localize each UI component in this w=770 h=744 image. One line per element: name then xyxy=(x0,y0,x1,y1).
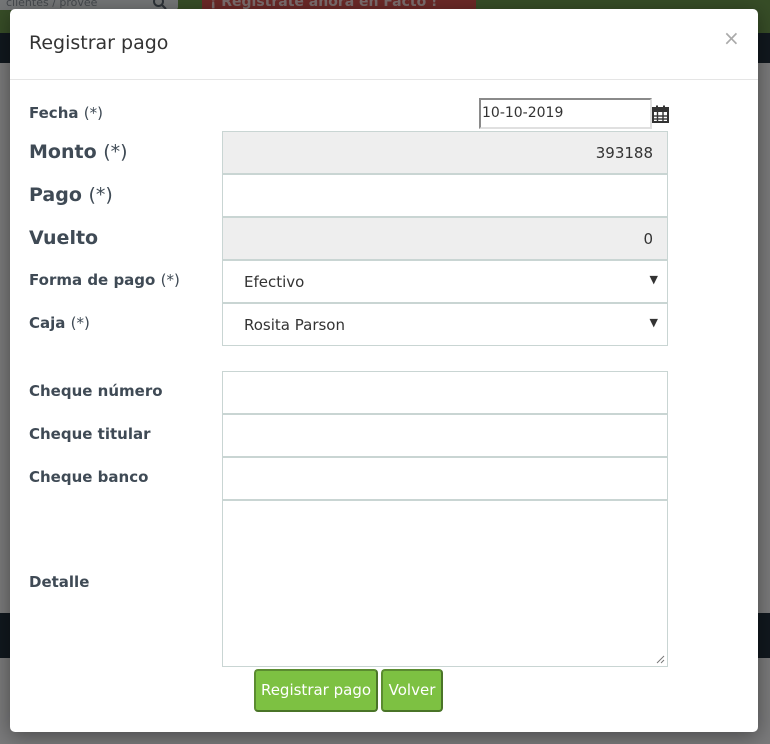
forma-pago-select[interactable]: Efectivo ▼ xyxy=(222,260,668,303)
cheque-banco-input[interactable] xyxy=(222,457,668,500)
cheque-numero-label: Cheque número xyxy=(29,382,163,400)
resize-handle-icon[interactable] xyxy=(656,655,665,664)
monto-label: Monto (*) xyxy=(29,141,128,163)
register-payment-modal: Registrar pago × Fecha (*) 10-10-2019 Mo… xyxy=(10,9,758,732)
back-button[interactable]: Volver xyxy=(381,669,443,712)
calendar-icon[interactable] xyxy=(652,105,669,123)
forma-pago-label: Forma de pago (*) xyxy=(29,271,180,289)
caret-down-icon: ▼ xyxy=(649,273,658,286)
fecha-value: 10-10-2019 xyxy=(482,105,564,121)
cheque-titular-input[interactable] xyxy=(222,414,668,457)
vuelto-label: Vuelto xyxy=(29,227,99,249)
monto-field: 393188 xyxy=(222,131,668,174)
caja-selected: Rosita Parson xyxy=(244,316,345,334)
pago-label: Pago (*) xyxy=(29,184,113,206)
cheque-titular-label: Cheque titular xyxy=(29,425,151,443)
cheque-banco-label: Cheque banco xyxy=(29,468,149,486)
vuelto-value: 0 xyxy=(643,230,653,248)
detalle-label: Detalle xyxy=(29,573,90,591)
caja-select[interactable]: Rosita Parson ▼ xyxy=(222,303,668,346)
modal-title: Registrar pago xyxy=(29,32,169,54)
fecha-label: Fecha (*) xyxy=(29,104,103,122)
fecha-input[interactable]: 10-10-2019 xyxy=(479,98,652,129)
caja-label: Caja (*) xyxy=(29,314,90,332)
cheque-numero-input[interactable] xyxy=(222,371,668,414)
vuelto-field: 0 xyxy=(222,217,668,260)
pago-input[interactable] xyxy=(222,174,668,217)
detalle-textarea[interactable] xyxy=(222,500,668,667)
caret-down-icon: ▼ xyxy=(649,316,658,329)
forma-pago-selected: Efectivo xyxy=(244,273,305,291)
monto-value: 393188 xyxy=(595,144,653,162)
modal-header: Registrar pago × xyxy=(10,9,758,80)
register-payment-button[interactable]: Registrar pago xyxy=(254,669,378,712)
close-icon[interactable]: × xyxy=(723,26,740,50)
